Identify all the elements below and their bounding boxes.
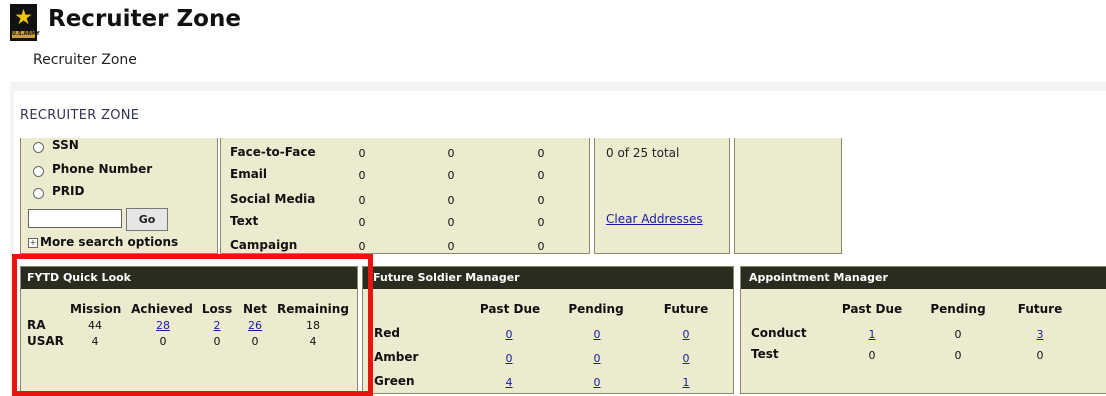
highlight-frame (12, 254, 373, 396)
fs-count-link[interactable]: 0 (590, 352, 604, 365)
appointment-title: Appointment Manager (741, 267, 1106, 289)
section-title: RECRUITER ZONE (20, 108, 140, 123)
appt-count-link[interactable]: 1 (865, 328, 879, 341)
contact-value: 0 (537, 216, 545, 229)
fs-row-label-amber: Amber (374, 350, 419, 364)
appt-count: 0 (954, 328, 962, 341)
contact-label-email: Email (230, 167, 268, 181)
fs-header: Pending (568, 302, 624, 316)
contact-value: 0 (447, 194, 455, 207)
ssn-radio[interactable] (33, 142, 44, 153)
contact-value: 0 (358, 194, 366, 207)
phone-label: Phone Number (52, 162, 153, 176)
contact-label-social-media: Social Media (230, 192, 316, 206)
star-icon: ★ (14, 5, 33, 29)
plus-box-icon[interactable]: + (28, 238, 38, 248)
empty-box (734, 138, 842, 254)
fs-count-link[interactable]: 0 (679, 328, 693, 341)
future-soldier-title: Future Soldier Manager (363, 267, 733, 289)
army-logo: ★ U.S.ARMY (10, 4, 40, 41)
contact-value: 0 (537, 240, 545, 253)
go-button[interactable]: Go (126, 208, 168, 231)
fs-count-link[interactable]: 0 (502, 328, 516, 341)
breadcrumb[interactable]: Recruiter Zone (33, 52, 137, 68)
appt-count: 0 (954, 349, 962, 362)
fs-count-link[interactable]: 0 (502, 352, 516, 365)
contact-value: 0 (358, 169, 366, 182)
contact-value: 0 (537, 169, 545, 182)
prid-label: PRID (52, 184, 85, 198)
search-input[interactable] (28, 209, 122, 228)
appt-row-label-test: Test (751, 347, 779, 361)
contact-label-campaign: Campaign (230, 238, 298, 252)
phone-radio[interactable] (33, 166, 44, 177)
address-total: 0 of 25 total (606, 146, 680, 160)
appt-count-link[interactable]: 3 (1033, 328, 1047, 341)
contact-label-text: Text (230, 214, 259, 228)
contact-value: 0 (447, 216, 455, 229)
contact-value: 0 (358, 147, 366, 160)
contact-value: 0 (447, 147, 455, 160)
appt-row-label-conduct: Conduct (751, 326, 807, 340)
ssn-label: SSN (52, 138, 79, 152)
contact-value: 0 (447, 240, 455, 253)
appt-count: 0 (868, 349, 876, 362)
army-badge: U.S.ARMY (12, 31, 40, 38)
appt-header: Past Due (841, 302, 903, 316)
contact-value: 0 (358, 240, 366, 253)
fs-row-label-red: Red (374, 326, 400, 340)
appt-header: Future (1017, 302, 1063, 316)
app-title: Recruiter Zone (48, 6, 241, 32)
fs-count-link[interactable]: 4 (502, 376, 516, 389)
contact-value: 0 (358, 216, 366, 229)
fs-header: Future (663, 302, 709, 316)
fs-header: Past Due (479, 302, 541, 316)
fs-row-label-green: Green (374, 374, 415, 388)
fs-count-link[interactable]: 0 (679, 352, 693, 365)
contact-value: 0 (537, 194, 545, 207)
fs-count-link[interactable]: 0 (590, 376, 604, 389)
contact-label-face-to-face: Face-to-Face (230, 145, 316, 159)
prid-radio[interactable] (33, 188, 44, 199)
fs-count-link[interactable]: 1 (679, 376, 693, 389)
contact-value: 0 (537, 147, 545, 160)
fs-count-link[interactable]: 0 (590, 328, 604, 341)
more-search-options-link[interactable]: More search options (40, 235, 178, 249)
clear-addresses-link[interactable]: Clear Addresses (606, 212, 703, 226)
appt-count: 0 (1036, 349, 1044, 362)
contact-value: 0 (447, 169, 455, 182)
appt-header: Pending (930, 302, 986, 316)
